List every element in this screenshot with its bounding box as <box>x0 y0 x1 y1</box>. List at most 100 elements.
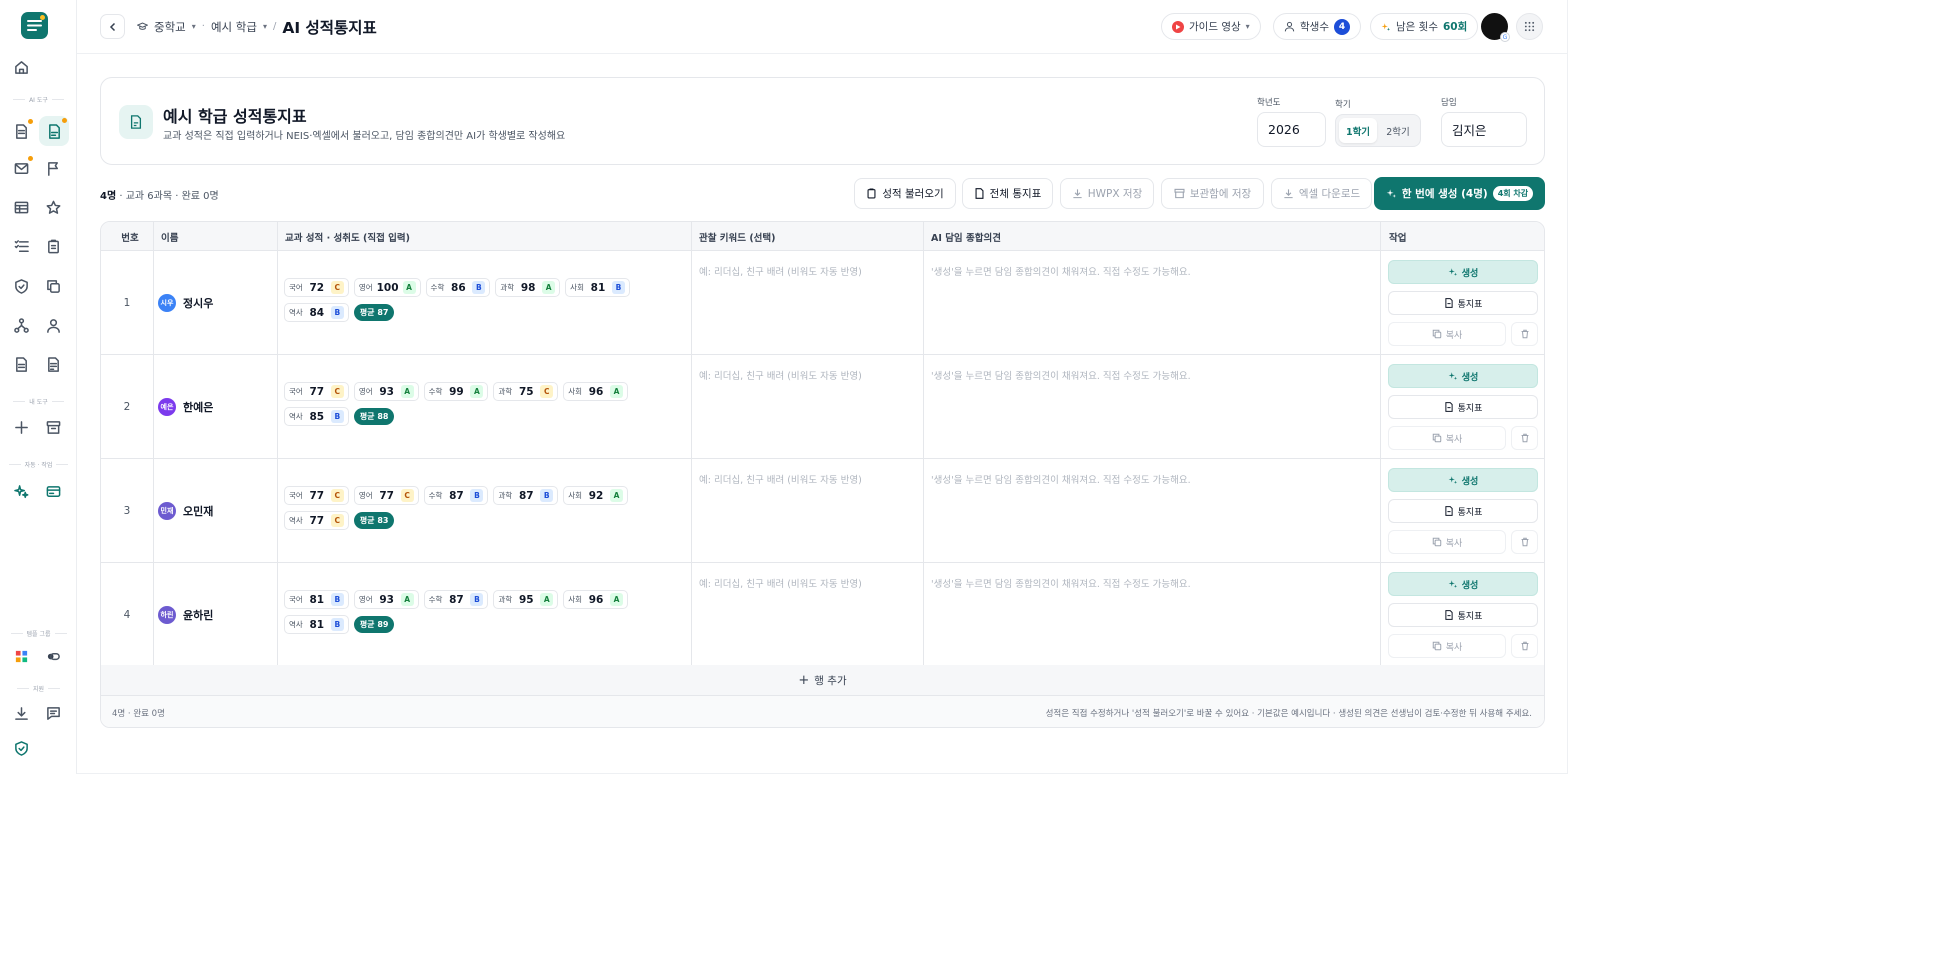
grade-chip[interactable]: 국어 77 C <box>284 486 349 505</box>
grade-chip[interactable]: 사회 96 A <box>563 382 629 401</box>
score-value[interactable]: 96 <box>586 594 606 606</box>
grade-chip[interactable]: 과학 98 A <box>495 278 561 297</box>
report-button[interactable]: 통지표 <box>1388 395 1538 419</box>
generate-button[interactable]: 생성 <box>1388 364 1538 388</box>
score-value[interactable]: 93 <box>377 386 397 398</box>
app-logo[interactable] <box>21 12 48 39</box>
archive-icon[interactable] <box>42 416 64 438</box>
home-icon[interactable] <box>10 56 32 78</box>
color-squares-icon[interactable] <box>10 645 32 667</box>
score-value[interactable]: 86 <box>448 282 468 294</box>
student-name-cell[interactable]: 민재 오민재 <box>158 459 213 562</box>
grade-chip[interactable]: 국어 81 B <box>284 590 349 609</box>
semester-1-tab[interactable]: 1학기 <box>1339 118 1377 143</box>
grade-chip[interactable]: 역사 77 C <box>284 511 349 530</box>
file-text-icon[interactable] <box>10 353 32 375</box>
score-value[interactable]: 99 <box>446 386 466 398</box>
delete-button[interactable] <box>1511 634 1538 658</box>
score-value[interactable]: 72 <box>307 282 327 294</box>
score-value[interactable]: 81 <box>307 594 327 606</box>
grade-chip[interactable]: 국어 72 C <box>284 278 349 297</box>
plus-icon[interactable] <box>10 416 32 438</box>
report-card-icon[interactable] <box>39 116 69 146</box>
grade-chip[interactable]: 과학 95 A <box>493 590 559 609</box>
card-icon[interactable] <box>42 480 64 502</box>
copy-button[interactable]: 복사 <box>1388 322 1506 346</box>
checklist-icon[interactable] <box>10 235 32 257</box>
shield-verified-icon[interactable] <box>10 737 32 759</box>
student-name-cell[interactable]: 예은 한예은 <box>158 355 213 458</box>
score-value[interactable]: 77 <box>307 490 327 502</box>
grade-chip[interactable]: 영어 93 A <box>353 590 419 609</box>
opinion-textarea[interactable]: '생성'을 누르면 담임 종합의견이 채워져요. 직접 수정도 가능해요. <box>931 264 1191 278</box>
score-value[interactable]: 95 <box>516 594 536 606</box>
score-value[interactable]: 87 <box>446 490 466 502</box>
keyword-input[interactable]: 예: 리더십, 친구 배려 (비워도 자동 반영) <box>699 368 862 382</box>
delete-button[interactable] <box>1511 322 1538 346</box>
apps-grid-button[interactable] <box>1516 13 1543 40</box>
report-button[interactable]: 통지표 <box>1388 603 1538 627</box>
breadcrumb-class[interactable]: 예시 학급 <box>211 19 257 35</box>
keyword-input[interactable]: 예: 리더십, 친구 배려 (비워도 자동 반영) <box>699 576 862 590</box>
excel-download-button[interactable]: 엑셀 다운로드 <box>1271 178 1372 209</box>
grade-chip[interactable]: 수학 99 A <box>423 382 489 401</box>
flag-icon[interactable] <box>42 157 64 179</box>
clipboard-icon[interactable] <box>42 235 64 257</box>
grade-chip[interactable]: 수학 86 B <box>425 278 491 297</box>
score-value[interactable]: 81 <box>307 619 327 631</box>
grade-chip[interactable]: 역사 81 B <box>284 615 349 634</box>
opinion-textarea[interactable]: '생성'을 누르면 담임 종합의견이 채워져요. 직접 수정도 가능해요. <box>931 576 1191 590</box>
report-button[interactable]: 통지표 <box>1388 291 1538 315</box>
user-icon[interactable] <box>42 314 64 336</box>
delete-button[interactable] <box>1511 530 1538 554</box>
grade-chip[interactable]: 국어 77 C <box>284 382 349 401</box>
score-value[interactable]: 77 <box>377 490 397 502</box>
grade-chip[interactable]: 역사 85 B <box>284 407 349 426</box>
grade-chip[interactable]: 영어 100 A <box>353 278 421 297</box>
score-value[interactable]: 93 <box>377 594 397 606</box>
keyword-input[interactable]: 예: 리더십, 친구 배려 (비워도 자동 반영) <box>699 264 862 278</box>
score-value[interactable]: 92 <box>586 490 606 502</box>
grade-chip[interactable]: 수학 87 B <box>423 590 489 609</box>
remaining-credits-button[interactable]: 남은 횟수 60회 <box>1370 13 1479 40</box>
shield-check-icon[interactable] <box>10 275 32 297</box>
score-value[interactable]: 96 <box>586 386 606 398</box>
copy-button[interactable]: 복사 <box>1388 530 1506 554</box>
hwpx-save-button[interactable]: HWPX 저장 <box>1060 178 1154 209</box>
sparkle-icon[interactable] <box>10 480 32 502</box>
guide-video-button[interactable]: 가이드 영상 ▾ <box>1161 13 1261 40</box>
grade-chip[interactable]: 사회 81 B <box>565 278 630 297</box>
import-grades-button[interactable]: 성적 불러오기 <box>854 178 956 209</box>
message-icon[interactable] <box>42 702 64 724</box>
opinion-textarea[interactable]: '생성'을 누르면 담임 종합의견이 채워져요. 직접 수정도 가능해요. <box>931 472 1191 486</box>
score-value[interactable]: 77 <box>307 515 327 527</box>
copy-button[interactable]: 복사 <box>1388 426 1506 450</box>
score-value[interactable]: 100 <box>377 282 399 294</box>
file-lines-icon[interactable] <box>42 353 64 375</box>
score-value[interactable]: 85 <box>307 411 327 423</box>
score-value[interactable]: 87 <box>516 490 536 502</box>
chevron-down-icon[interactable]: ▾ <box>263 22 267 31</box>
grade-chip[interactable]: 과학 87 B <box>493 486 559 505</box>
document-icon[interactable] <box>10 119 33 142</box>
score-value[interactable]: 81 <box>588 282 608 294</box>
semester-2-tab[interactable]: 2학기 <box>1379 118 1417 143</box>
add-row-button[interactable]: + 행 추가 <box>101 665 1544 696</box>
year-input[interactable]: 2026 <box>1257 112 1326 147</box>
user-avatar[interactable]: G <box>1481 13 1510 42</box>
teacher-input[interactable]: 김지은 <box>1441 112 1527 147</box>
score-value[interactable]: 75 <box>516 386 536 398</box>
download-icon[interactable] <box>10 702 32 724</box>
generate-all-button[interactable]: 한 번에 생성 (4명) 4회 차감 <box>1374 177 1545 210</box>
grade-chip[interactable]: 영어 93 A <box>353 382 419 401</box>
copy-pages-icon[interactable] <box>42 275 64 297</box>
grade-chip[interactable]: 역사 84 B <box>284 303 349 322</box>
report-button[interactable]: 통지표 <box>1388 499 1538 523</box>
generate-button[interactable]: 생성 <box>1388 572 1538 596</box>
grade-chip[interactable]: 영어 77 C <box>353 486 419 505</box>
student-name-cell[interactable]: 시우 정시우 <box>158 251 213 354</box>
full-report-button[interactable]: 전체 통지표 <box>962 178 1053 209</box>
toggle-chat-icon[interactable] <box>42 645 64 667</box>
score-value[interactable]: 77 <box>307 386 327 398</box>
archive-save-button[interactable]: 보관함에 저장 <box>1161 178 1264 209</box>
